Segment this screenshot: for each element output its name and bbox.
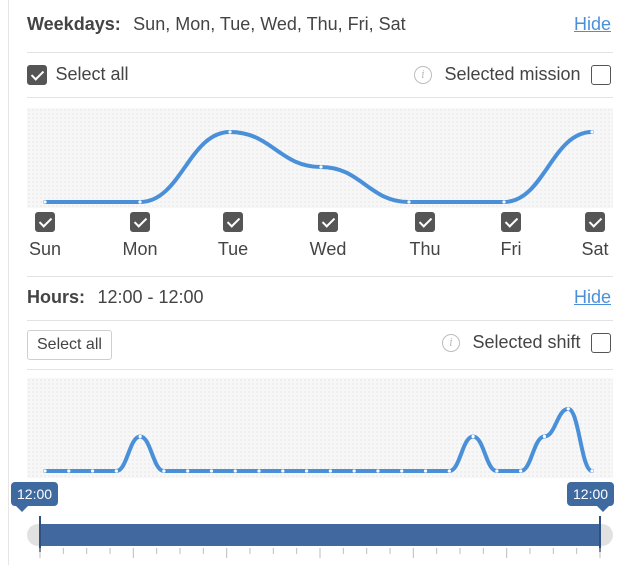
day-mon[interactable]: Mon [115, 212, 165, 260]
data-point [319, 165, 323, 169]
day-checkbox[interactable] [318, 212, 338, 232]
hours-label: Hours: [27, 287, 85, 307]
weekdays-header: Weekdays: Sun, Mon, Tue, Wed, Thu, Fri, … [27, 14, 613, 35]
data-point [281, 469, 285, 473]
data-point [495, 469, 499, 473]
weekdays-options-row: Select all i Selected mission [27, 62, 613, 88]
data-point [305, 469, 309, 473]
series-line [43, 129, 594, 204]
divider [27, 320, 613, 321]
hours-value: 12:00 - 12:00 [97, 287, 204, 307]
selected-mission-label: Selected mission [444, 64, 581, 84]
day-fri[interactable]: Fri [486, 212, 536, 260]
day-sun[interactable]: Sun [20, 212, 70, 260]
day-label: Thu [409, 239, 441, 259]
weekdays-select-all-label: Select all [55, 64, 129, 84]
data-point [228, 130, 232, 134]
hours-chart [43, 406, 594, 473]
day-checkbox[interactable] [501, 212, 521, 232]
data-point [502, 200, 506, 204]
left-divider [8, 0, 9, 565]
hours-hide-link[interactable]: Hide [574, 287, 611, 308]
data-point [566, 407, 570, 411]
data-point [423, 469, 428, 473]
divider [27, 52, 613, 53]
data-point [114, 469, 118, 473]
data-point [257, 469, 261, 473]
hours-header: Hours: 12:00 - 12:00 Hide [27, 287, 613, 308]
weekday-chart [43, 129, 594, 204]
day-label: Sat [581, 239, 609, 259]
data-point [162, 469, 166, 473]
day-label: Wed [309, 239, 347, 259]
data-point [43, 200, 47, 204]
day-checkbox[interactable] [585, 212, 605, 232]
data-point [90, 469, 95, 473]
series-line [43, 406, 594, 473]
data-point [400, 469, 404, 473]
data-point [471, 434, 475, 439]
weekdays-hide-link[interactable]: Hide [574, 14, 611, 35]
weekdays-label: Weekdays: [27, 14, 121, 34]
data-point [590, 469, 594, 473]
day-checkbox[interactable] [130, 212, 150, 232]
day-label: Fri [500, 239, 522, 259]
selected-shift-label: Selected shift [472, 332, 581, 352]
divider [27, 369, 613, 370]
divider [27, 97, 613, 98]
data-point [447, 469, 451, 473]
data-point [67, 469, 71, 473]
data-point [138, 200, 142, 204]
day-thu[interactable]: Thu [400, 212, 450, 260]
slider-ticks [39, 548, 601, 558]
day-tue[interactable]: Tue [208, 212, 258, 260]
weekdays-value: Sun, Mon, Tue, Wed, Thu, Fri, Sat [133, 14, 406, 34]
data-point [376, 469, 380, 473]
data-point [519, 469, 523, 473]
selected-shift-checkbox[interactable] [591, 332, 611, 353]
hours-slider-range[interactable] [40, 524, 600, 546]
info-icon: i [414, 65, 433, 84]
selected-shift-option[interactable]: i Selected shift [442, 332, 611, 353]
day-label: Tue [217, 239, 249, 259]
day-checkbox[interactable] [223, 212, 243, 232]
data-point [209, 469, 214, 473]
day-checkbox[interactable] [415, 212, 435, 232]
day-sat[interactable]: Sat [570, 212, 620, 260]
day-label: Sun [28, 239, 62, 259]
divider [27, 276, 613, 277]
day-label: Mon [122, 239, 158, 259]
data-point [138, 434, 142, 439]
data-point [186, 469, 190, 473]
data-point [590, 130, 594, 134]
data-point [407, 200, 411, 204]
weekdays-select-all[interactable]: Select all [27, 64, 129, 85]
data-point [352, 469, 356, 473]
day-checkbox[interactable] [35, 212, 55, 232]
range-start-handle[interactable] [39, 516, 41, 552]
info-icon: i [442, 333, 461, 352]
range-end-bubble: 12:00 [567, 482, 615, 512]
range-start-bubble: 12:00 [11, 482, 59, 512]
range-end-handle[interactable] [599, 516, 601, 552]
data-point [43, 469, 47, 473]
weekdays-select-all-checkbox[interactable] [27, 64, 47, 85]
selected-mission-checkbox[interactable] [591, 64, 611, 85]
data-point [328, 469, 332, 473]
data-point [233, 469, 237, 473]
hours-select-all-button[interactable]: Select all [27, 330, 112, 360]
day-wed[interactable]: Wed [303, 212, 353, 260]
selected-mission-option[interactable]: i Selected mission [414, 64, 611, 85]
data-point [542, 434, 547, 439]
